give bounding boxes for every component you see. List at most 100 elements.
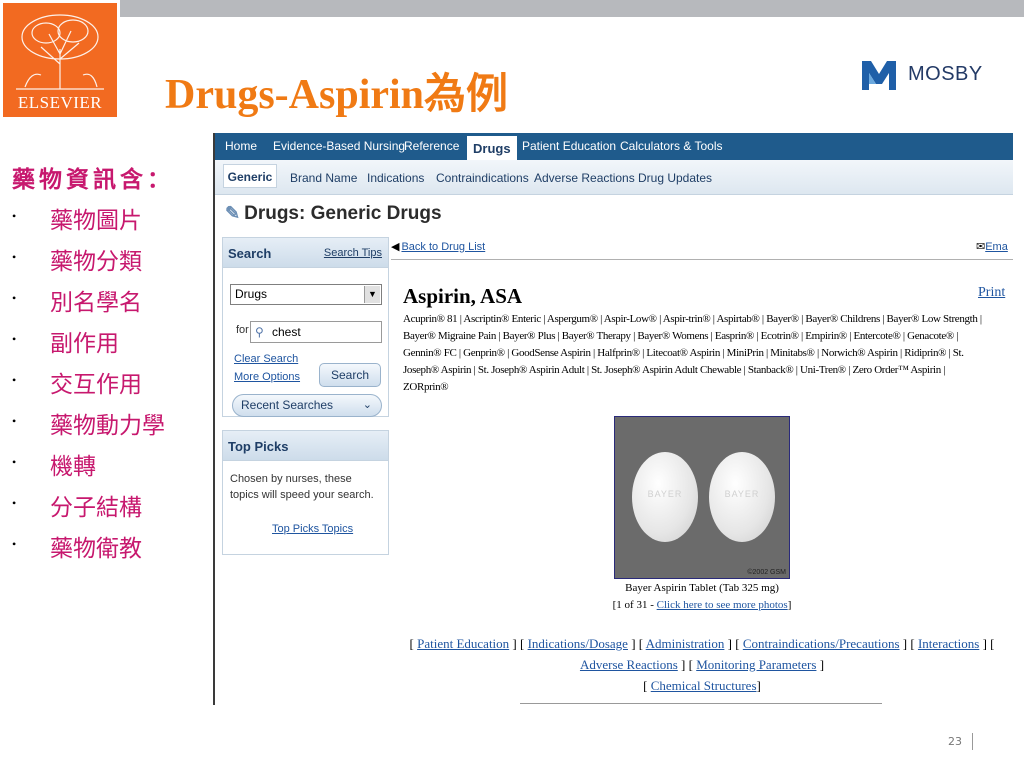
bullet-item: • 副作用 [10,324,165,365]
bullet-text: 副作用 [50,331,119,356]
top-picks-topics-link[interactable]: Top Picks Topics [272,523,353,535]
pill-icon: ✎ [225,203,241,223]
link-administration[interactable]: Administration [646,636,725,651]
tablet-imprint-image: BAYER [647,489,683,499]
sub-tab-adverse-reactions[interactable]: Adverse Reactions [534,171,635,185]
search-input-value: chest [272,325,301,339]
bottom-divider [520,703,882,704]
top-picks-description: Chosen by nurses, these topics will spee… [230,473,374,501]
top-picks-header: Top Picks [223,431,388,461]
mosby-m-icon [860,60,896,90]
content-divider [391,259,1013,260]
envelope-icon: ✉ [976,241,986,253]
bullet-item: • 交互作用 [10,365,165,406]
sub-tab-brand-name[interactable]: Brand Name [290,171,357,185]
aspirin-tablet-image: BAYER [709,452,775,542]
recent-searches-label: Recent Searches [241,398,334,412]
section-links: [ Patient Education ] [ Indications/Dosa… [409,636,995,693]
bullet-item: • 藥物衛教 [10,529,165,570]
bullet-item: • 機轉 [10,447,165,488]
nav-tab-reference[interactable]: Reference [404,139,459,153]
bullet-dot-icon: • [12,332,17,346]
page-number: 23 [948,735,962,748]
mosby-logo-text: MOSBY [908,63,983,85]
bullet-dot-icon: • [12,414,17,428]
link-patient-education[interactable]: Patient Education [417,636,509,651]
sub-nav: Generic Brand Name Indications Contraind… [215,160,1013,195]
bullet-dot-icon: • [12,373,17,387]
search-button[interactable]: Search [319,363,381,387]
sub-tab-drug-updates[interactable]: Drug Updates [638,171,712,185]
clear-search-link[interactable]: Clear Search [234,353,298,365]
page-heading-text: Drugs: Generic Drugs [244,203,442,224]
bullet-text: 別名學名 [50,290,142,315]
bullet-text: 藥物圖片 [50,208,142,233]
bullet-text: 藥物衛教 [50,536,142,561]
search-input[interactable]: ⚲ chest [250,321,382,343]
bullet-text: 藥物分類 [50,249,142,274]
photo-count: 1 of 31 [616,599,648,611]
bullet-text: 機轉 [50,454,96,479]
more-photos-link[interactable]: Click here to see more photos [657,599,788,611]
app-screenshot: Home Evidence-Based Nursing Reference Dr… [213,133,1013,705]
elsevier-logo-text: ELSEVIER [17,93,103,112]
email-link[interactable]: ✉Ema [976,240,1008,253]
bullet-list: • 藥物圖片 • 藥物分類 • 別名學名 • 副作用 • 交互作用 • 藥物動力學 • 機轉 … [10,201,165,570]
link-interactions[interactable]: Interactions [918,636,979,651]
print-link[interactable]: Print [978,285,1005,301]
link-contraindications-precautions[interactable]: Contraindications/Precautions [743,636,900,651]
recent-searches-dropdown[interactable]: Recent Searches ⌄ [232,394,382,417]
search-icon: ⚲ [255,325,264,339]
elsevier-tree-icon [16,14,104,90]
photo-caption: Bayer Aspirin Tablet (Tab 325 mg) [625,582,779,594]
nav-tab-calculators-tools[interactable]: Calculators & Tools [620,139,723,153]
for-label: for [236,324,249,336]
top-decorative-bar [0,0,1024,17]
bullet-dot-icon: • [12,291,17,305]
search-category-select[interactable]: Drugs ▼ [230,284,382,305]
bullet-text: 藥物動力學 [50,413,165,438]
photo-pagination: [1 of 31 - Click here to see more photos… [612,599,792,611]
bullet-text: 分子結構 [50,495,142,520]
aspirin-tablet-image: BAYER [632,452,698,542]
bullet-item: • 藥物圖片 [10,201,165,242]
mosby-logo: MOSBY [860,58,990,92]
back-link-text: Back to Drug List [401,241,486,253]
dropdown-arrow-icon[interactable]: ▼ [364,286,380,303]
bullet-dot-icon: • [12,496,17,510]
sub-tab-indications[interactable]: Indications [367,171,424,185]
photo-copyright: ©2002 GSM [747,569,786,576]
link-chemical-structures[interactable]: Chemical Structures [651,678,757,693]
link-adverse-reactions[interactable]: Adverse Reactions [580,657,678,672]
bullet-heading: 藥物資訊含： [12,167,174,192]
back-arrow-icon: ◀ [391,241,400,253]
page-number-divider [972,733,973,750]
search-category-value: Drugs [235,287,268,301]
page-heading: ✎ Drugs: Generic Drugs [225,203,442,225]
bullet-text: 交互作用 [50,372,142,397]
nav-tab-home[interactable]: Home [225,139,257,153]
bullet-item: • 藥物動力學 [10,406,165,447]
back-to-drug-list[interactable]: ◀ Back to Drug List [391,240,485,253]
bullet-dot-icon: • [12,537,17,551]
link-indications-dosage[interactable]: Indications/Dosage [528,636,628,651]
chevron-down-icon: ⌄ [362,399,372,411]
bullet-item: • 別名學名 [10,283,165,324]
drug-title: Aspirin, ASA [403,284,523,308]
main-nav: Home Evidence-Based Nursing Reference Dr… [215,133,1013,160]
sub-tab-contraindications[interactable]: Contraindications [436,171,529,185]
more-options-link[interactable]: More Options [234,371,300,383]
search-panel-header: Search Search Tips [223,238,388,268]
bullet-item: • 藥物分類 [10,242,165,283]
link-monitoring-parameters[interactable]: Monitoring Parameters [696,657,816,672]
nav-tab-evidence-based-nursing[interactable]: Evidence-Based Nursing [273,139,405,153]
search-panel: Search Search Tips Drugs ▼ for ⚲ chest C… [222,237,389,417]
search-tips-link[interactable]: Search Tips [324,247,382,259]
bullet-dot-icon: • [12,455,17,469]
nav-tab-patient-education[interactable]: Patient Education [522,139,616,153]
drug-photo[interactable]: BAYER BAYER ©2002 GSM [614,416,790,579]
elsevier-logo: ELSEVIER [0,0,120,120]
nav-tab-drugs[interactable]: Drugs [467,136,517,160]
sub-tab-generic[interactable]: Generic [223,164,277,188]
email-link-text: Ema [985,241,1008,253]
